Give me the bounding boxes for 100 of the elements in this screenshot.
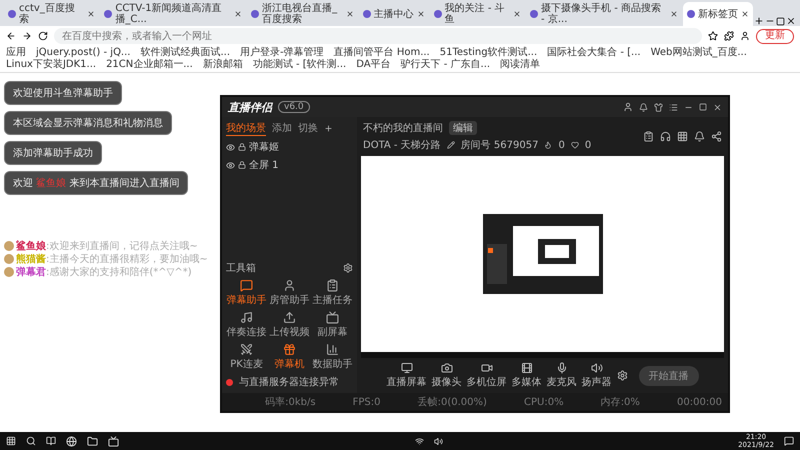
edit-button[interactable]: 编辑 — [449, 121, 477, 135]
control-button[interactable]: 麦克风 — [546, 362, 576, 389]
lock-icon[interactable] — [238, 161, 246, 169]
control-button[interactable]: 直播屏幕 — [386, 362, 426, 389]
bookmark[interactable]: 驴行天下 - 广东自... — [400, 59, 490, 71]
tool-item[interactable]: 房管助手 — [269, 279, 310, 307]
new-tab-icon[interactable] — [754, 16, 764, 26]
bookmark[interactable]: 新浪邮箱 — [202, 59, 243, 71]
tool-item[interactable]: 弹幕机 — [269, 343, 310, 371]
control-icon — [480, 362, 492, 374]
start-live-button[interactable]: 开始直播 — [638, 366, 698, 386]
favicon-icon — [362, 10, 371, 18]
back-icon[interactable] — [6, 31, 16, 41]
shirt-icon[interactable] — [654, 102, 663, 112]
tool-icon — [326, 279, 339, 292]
menu-icon[interactable] — [669, 102, 678, 112]
system-message: 欢迎使用斗鱼弹幕助手 — [4, 81, 122, 105]
pencil-icon[interactable] — [446, 141, 455, 149]
control-button[interactable]: 扬声器 — [582, 362, 612, 389]
tool-icon — [326, 343, 339, 356]
eye-icon[interactable] — [226, 160, 235, 170]
maximize-icon[interactable] — [776, 17, 786, 26]
browser-icon[interactable] — [66, 436, 77, 446]
bookmark[interactable]: 软件测试经典面试... — [140, 47, 230, 59]
forward-icon[interactable] — [22, 31, 32, 41]
scene-tab[interactable]: 我的场景 — [226, 121, 266, 136]
bookmark[interactable]: 51Testing软件测试... — [440, 47, 538, 59]
bookmark[interactable]: 国际社会大集合 - [... — [547, 47, 641, 59]
bookmark[interactable]: 直播间管平台 Hom... — [334, 47, 430, 59]
bell-icon[interactable] — [694, 131, 705, 142]
chat-message: 熊猫酱:主播今天的直播很精彩，要加油哦~ — [16, 254, 208, 265]
control-icon — [556, 362, 568, 374]
close-icon[interactable] — [346, 10, 354, 18]
avatar-icon[interactable] — [623, 102, 633, 112]
bookmark[interactable]: DA平台 — [356, 59, 391, 71]
app-icon[interactable] — [108, 436, 119, 446]
reading-list[interactable]: 阅读清单 — [500, 59, 540, 71]
add-icon[interactable] — [324, 124, 333, 133]
grid-icon[interactable] — [677, 131, 688, 142]
system-message: 本区域会显示弹幕消息和礼物消息 — [4, 111, 172, 135]
tool-icon — [240, 311, 253, 324]
folder-icon[interactable] — [87, 436, 98, 446]
close-icon[interactable] — [87, 10, 96, 18]
stat-text: 00:00:00 — [677, 396, 722, 408]
bookmark[interactable]: Web网站测试_百度... — [650, 47, 747, 59]
tool-item[interactable]: 弹幕助手 — [226, 279, 267, 307]
control-button[interactable]: 摄像头 — [432, 362, 462, 389]
control-icon — [400, 362, 412, 374]
source-item[interactable]: 弹幕姬 — [249, 140, 279, 154]
favicon-icon — [530, 10, 538, 18]
bell-icon[interactable] — [639, 102, 648, 112]
stat-text: 码率:0kb/s — [265, 396, 316, 409]
bookmark[interactable]: 应用 — [6, 47, 26, 59]
tool-item[interactable]: 主播任务 — [312, 279, 353, 307]
clipboard-icon[interactable] — [643, 131, 654, 142]
close-icon[interactable] — [234, 10, 242, 18]
browser-tab[interactable]: 浙江电视台直播_百度搜索 — [247, 2, 358, 26]
tool-icon — [240, 279, 253, 292]
update-button[interactable]: 更新 — [756, 28, 794, 44]
bookmark[interactable]: 用户登录-弹幕管理 — [240, 47, 324, 59]
tool-icon — [283, 311, 296, 324]
close-icon[interactable] — [416, 10, 425, 18]
bookmark[interactable]: 功能测试 - [软件测... — [252, 59, 346, 71]
extensions-icon[interactable] — [724, 31, 734, 41]
bookmark[interactable]: Linux下安装JDK1... — [6, 59, 96, 71]
bookmark[interactable]: jQuery.post() - jQ... — [36, 47, 130, 59]
share-icon[interactable] — [711, 131, 722, 142]
reload-icon[interactable] — [38, 31, 48, 41]
notification-icon[interactable] — [784, 436, 794, 446]
scene-tab[interactable]: 添加 — [272, 121, 292, 136]
bookmark[interactable]: 21CN企业邮箱一... — [106, 59, 193, 71]
close-icon[interactable] — [513, 10, 522, 18]
address-field[interactable]: 在百度中搜索，或者输入一个网址 — [54, 28, 702, 44]
tool-icon — [283, 343, 296, 356]
control-button[interactable]: 多媒体 — [512, 362, 542, 389]
lock-icon[interactable] — [238, 143, 246, 151]
search-icon[interactable] — [26, 436, 36, 446]
tool-item[interactable]: PK连麦 — [226, 343, 267, 371]
star-icon[interactable] — [708, 31, 718, 41]
volume-icon[interactable] — [434, 436, 443, 446]
settings-icon[interactable] — [616, 370, 628, 381]
favicon-icon — [8, 10, 16, 18]
close-icon[interactable] — [670, 10, 678, 18]
close-icon[interactable] — [741, 10, 750, 18]
close-icon[interactable] — [713, 102, 722, 112]
tool-item[interactable]: 数据助手 — [312, 343, 353, 371]
headphones-icon[interactable] — [660, 131, 671, 142]
tool-item[interactable]: 副屏幕 — [312, 311, 353, 339]
eye-icon[interactable] — [226, 142, 235, 152]
source-item[interactable]: 全屏 1 — [249, 158, 279, 172]
scene-tab[interactable]: 切换 — [298, 121, 318, 136]
control-button[interactable]: 多机位屏 — [466, 362, 506, 389]
room-title: 不朽的我的直播间 — [363, 122, 443, 135]
close-icon[interactable] — [786, 16, 796, 26]
tool-item[interactable]: 伴奏连接 — [226, 311, 267, 339]
fans-count: 0 — [584, 140, 592, 150]
profile-icon[interactable] — [740, 31, 750, 41]
stat-text: FPS:0 — [352, 396, 381, 408]
settings-icon[interactable] — [343, 263, 353, 273]
tool-item[interactable]: 上传视频 — [269, 311, 310, 339]
